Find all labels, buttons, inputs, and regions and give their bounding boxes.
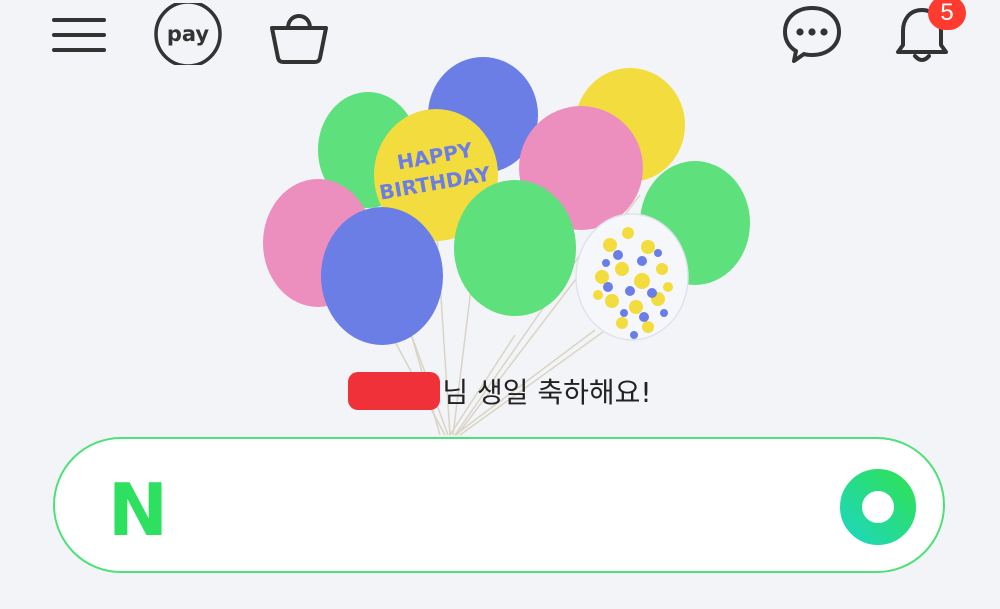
pay-icon: pay bbox=[154, 3, 222, 65]
search-icon bbox=[840, 469, 916, 545]
pay-button[interactable]: pay bbox=[152, 3, 224, 65]
chat-icon bbox=[783, 6, 841, 63]
menu-icon bbox=[52, 18, 106, 52]
search-bar[interactable]: N bbox=[53, 437, 945, 573]
search-input[interactable] bbox=[195, 475, 819, 537]
naver-logo-letter: N bbox=[108, 479, 168, 537]
naver-logo[interactable]: N bbox=[105, 479, 171, 537]
greeting-text: 님 생일 축하해요! bbox=[442, 376, 652, 409]
birthday-greeting: 님 생일 축하해요! bbox=[0, 366, 1000, 416]
search-button[interactable] bbox=[838, 467, 918, 547]
notification-badge: 5 bbox=[928, 0, 966, 30]
chat-button[interactable] bbox=[780, 2, 844, 66]
confetti-balloon bbox=[575, 213, 689, 341]
redacted-user-name bbox=[348, 372, 441, 410]
pay-label: pay bbox=[167, 22, 210, 46]
menu-button[interactable] bbox=[50, 10, 108, 60]
